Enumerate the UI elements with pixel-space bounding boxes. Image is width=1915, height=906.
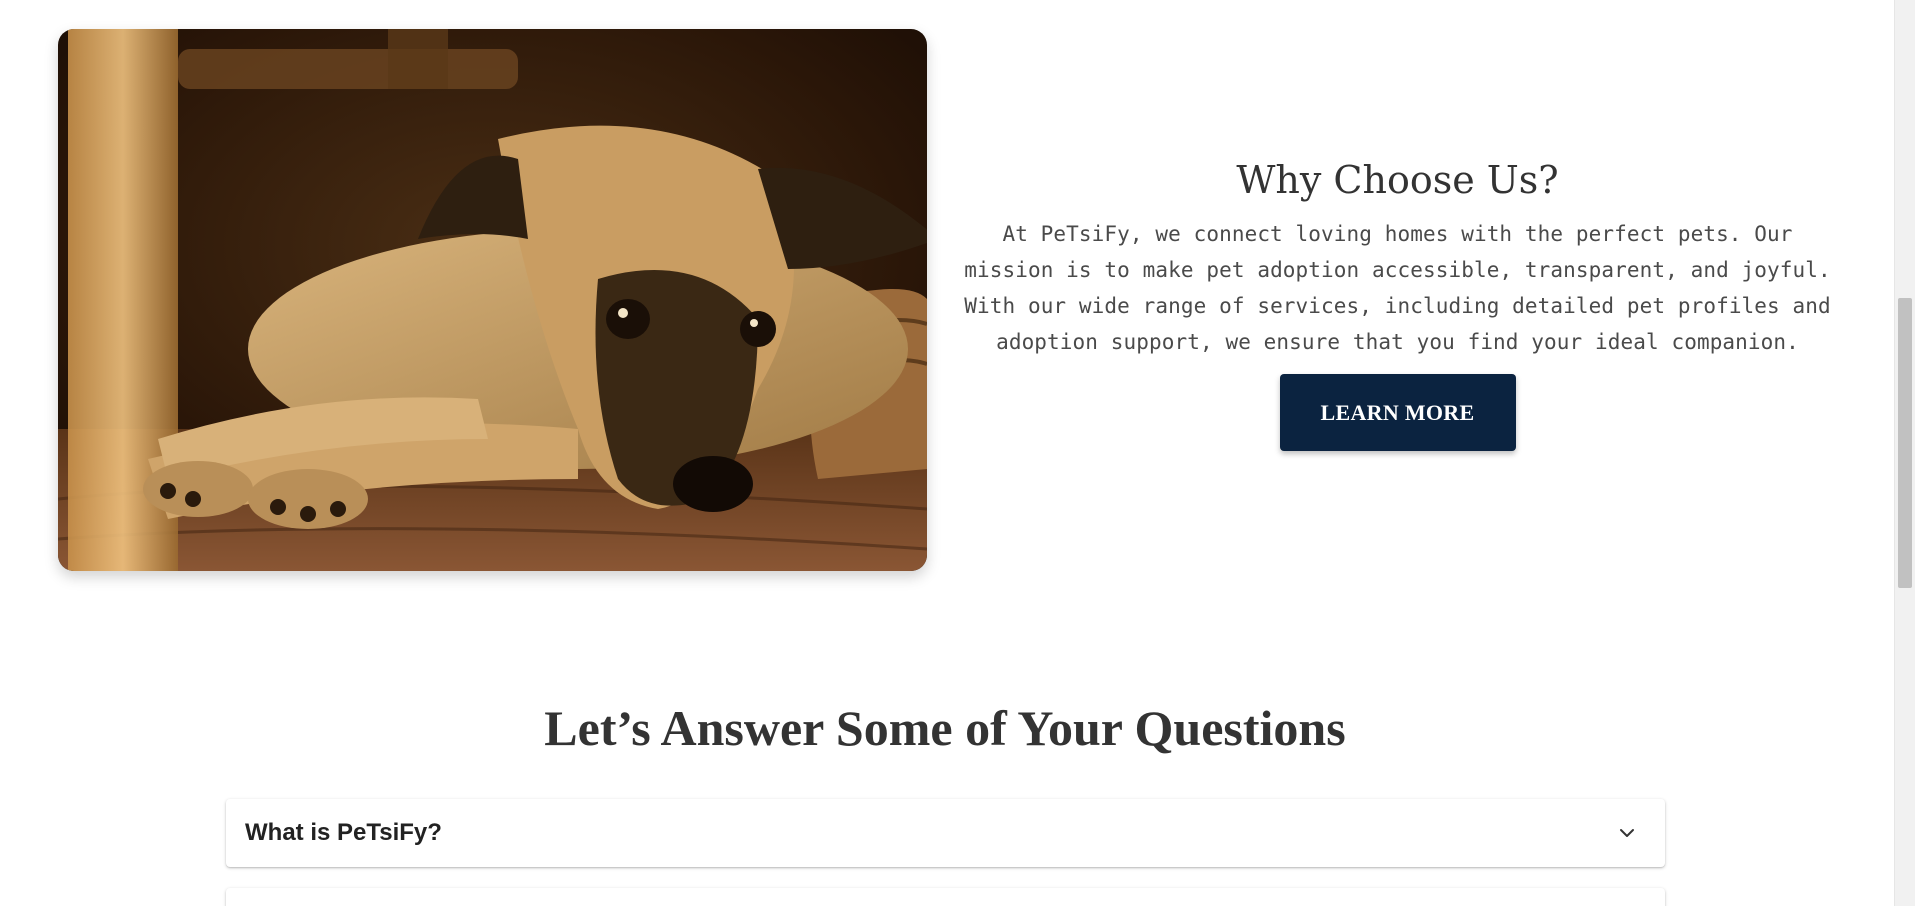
dog-photo [58,29,927,571]
hero-dog-image [58,29,927,571]
why-choose-us-title: Why Choose Us? [1236,158,1559,202]
learn-more-button[interactable]: LEARN MORE [1279,374,1516,451]
faq-item-what-is-petsify[interactable]: What is PeTsiFy? [226,799,1665,867]
faq-question: What is PeTsiFy? [245,819,442,846]
why-choose-us-body: At PeTsiFy, we connect loving homes with… [964,222,1831,354]
page-scrollbar[interactable] [1894,0,1915,906]
faq-item-second[interactable] [226,888,1665,906]
scrollbar-thumb[interactable] [1898,298,1912,588]
faq-title: Let’s Answer Some of Your Questions [544,700,1346,756]
why-choose-us-section: Why Choose Us? At PeTsiFy, we connect lo… [955,150,1840,451]
chevron-down-icon [1620,829,1634,837]
